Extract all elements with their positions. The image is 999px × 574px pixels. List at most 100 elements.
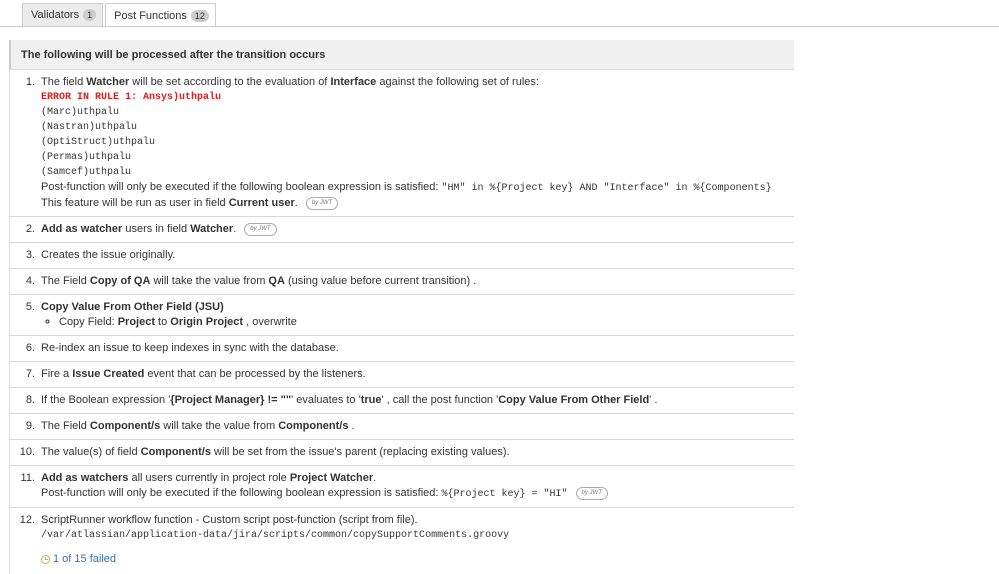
text: against the following set of rules: — [376, 76, 539, 88]
text: . — [348, 420, 355, 432]
condition-expression: %{Project key} = "HI" — [441, 489, 568, 500]
text: ' , call the post function ' — [381, 394, 499, 406]
text: Re-index an issue to keep indexes in syn… — [41, 342, 339, 354]
text: Post-function will only be executed if t… — [41, 487, 442, 499]
rule-error: ERROR IN RULE 1: Ansys)uthpalu — [41, 92, 222, 103]
text: all users currently in project role — [128, 472, 290, 484]
event-name: Issue Created — [72, 368, 145, 380]
list-item: 12. ScriptRunner workflow function - Cus… — [9, 508, 794, 574]
field-name: Copy of QA — [89, 275, 151, 287]
item-number: 4. — [25, 275, 35, 287]
clock-icon — [41, 555, 50, 564]
list-item: 1. The field Watcher will be set accordi… — [9, 70, 794, 217]
action-name: Copy Value From Other Field (JSU) — [41, 301, 224, 313]
boolean-value: true — [360, 394, 382, 406]
tab-validators[interactable]: Validators 1 — [22, 3, 104, 26]
tab-post-functions[interactable]: Post Functions 12 — [105, 3, 216, 27]
list-item: 9. The Field Component/s will take the v… — [9, 414, 794, 440]
text: Creates the issue originally. — [41, 249, 176, 261]
failed-count-link[interactable]: 1 of 15 failed — [41, 552, 116, 567]
list-item: 8. If the Boolean expression '{Project M… — [9, 388, 794, 414]
item-number: 10. — [19, 446, 35, 458]
rule-line: (OptiStruct)uthpalu — [41, 137, 156, 148]
item-description: The field Watcher will be set according … — [41, 75, 794, 90]
tab-divider — [0, 26, 999, 27]
list-item: 7. Fire a Issue Created event that can b… — [9, 362, 794, 388]
field-name: Watcher — [86, 76, 130, 88]
field-name: QA — [268, 275, 285, 287]
condition-expression: "HM" in %{Project key} AND "Interface" i… — [441, 183, 772, 194]
list-item: 5. Copy Value From Other Field (JSU) Cop… — [9, 295, 794, 336]
boolean-expression: {Project Manager} != "" — [170, 394, 292, 406]
text: will take the value from — [150, 275, 269, 287]
text: Fire a — [41, 368, 73, 380]
post-function-list: 1. The field Watcher will be set accordi… — [9, 70, 794, 574]
item-number: 6. — [25, 342, 35, 354]
condition-line: Post-function will only be executed if t… — [41, 486, 794, 502]
function-name: Copy Value From Other Field — [498, 394, 650, 406]
item-description: ScriptRunner workflow function - Custom … — [41, 514, 418, 526]
rule-line: (Marc)uthpalu — [41, 107, 120, 118]
field-name: Component/s — [140, 446, 211, 458]
sub-list: Copy Field: Project to Origin Project , … — [41, 315, 794, 330]
count-badge: 1 — [83, 9, 97, 21]
role-name: Project Watcher — [289, 472, 374, 484]
list-item: 10. The value(s) of field Component/s wi… — [9, 440, 794, 466]
tab-bar: Validators 1 Post Functions 12 — [22, 3, 216, 27]
field-name: Interface — [330, 76, 377, 88]
list-item: 4. The Field Copy of QA will take the va… — [9, 269, 794, 295]
text: The field — [41, 76, 87, 88]
text: Post-function will only be executed if t… — [41, 181, 442, 193]
text: The value(s) of field — [41, 446, 141, 458]
list-item: 6. Re-index an issue to keep indexes in … — [9, 336, 794, 362]
text: (using value before current transition) … — [284, 275, 477, 287]
list-item: 3. Creates the issue originally. — [9, 243, 794, 269]
text: . — [373, 472, 377, 484]
text: ' . — [649, 394, 658, 406]
tab-label: Validators — [31, 9, 80, 21]
text: , overwrite — [243, 316, 297, 328]
list-item: 2. Add as watcher users in field Watcher… — [9, 217, 794, 243]
rule-line: (Samcef)uthpalu — [41, 167, 132, 178]
text: users in field — [122, 223, 191, 235]
condition-line: Post-function will only be executed if t… — [41, 180, 794, 196]
field-name: Project — [117, 316, 155, 328]
action-name: Add as watchers — [41, 472, 129, 484]
text: will be set according to the evaluation … — [129, 76, 331, 88]
text: to — [155, 316, 171, 328]
run-as-line: This feature will be run as user in fiel… — [41, 196, 794, 211]
tab-label: Post Functions — [114, 9, 187, 22]
text: will be set from the issue's parent (rep… — [210, 446, 510, 458]
text: ' evaluates to ' — [291, 394, 361, 406]
rule-line: (Nastran)uthpalu — [41, 122, 138, 133]
jwt-badge: by JWT — [244, 222, 277, 236]
panel-title: The following will be processed after th… — [9, 40, 794, 70]
post-functions-panel: The following will be processed after th… — [9, 40, 794, 574]
text: Copy Field: — [59, 316, 118, 328]
jwt-badge: by JWT — [305, 196, 339, 210]
item-number: 7. — [25, 368, 35, 380]
item-number: 3. — [25, 249, 35, 261]
item-number: 11. — [20, 472, 35, 484]
item-description: Add as watchers all users currently in p… — [41, 471, 794, 486]
text: . — [233, 223, 237, 235]
field-name: Component/s — [89, 420, 161, 432]
text: will take the value from — [160, 420, 279, 432]
failed-count-label: 1 of 15 failed — [53, 553, 116, 565]
item-number: 8. — [25, 394, 35, 406]
item-number: 9. — [25, 420, 35, 432]
text: If the Boolean expression ' — [41, 394, 171, 406]
action-name: Add as watcher — [41, 223, 123, 235]
list-item: 11. Add as watchers all users currently … — [9, 466, 794, 508]
item-number: 2. — [25, 223, 35, 235]
text: event that can be processed by the liste… — [144, 368, 366, 380]
field-name: Origin Project — [170, 316, 244, 328]
field-name: Watcher — [190, 223, 234, 235]
script-path: /var/atlassian/application-data/jira/scr… — [41, 530, 510, 541]
jwt-badge: by JWT — [575, 486, 608, 500]
field-name: Current user — [228, 197, 295, 209]
sub-list-item: Copy Field: Project to Origin Project , … — [59, 315, 794, 330]
text: This feature will be run as user in fiel… — [41, 197, 229, 209]
text: . — [294, 197, 298, 209]
text: The Field — [41, 420, 90, 432]
